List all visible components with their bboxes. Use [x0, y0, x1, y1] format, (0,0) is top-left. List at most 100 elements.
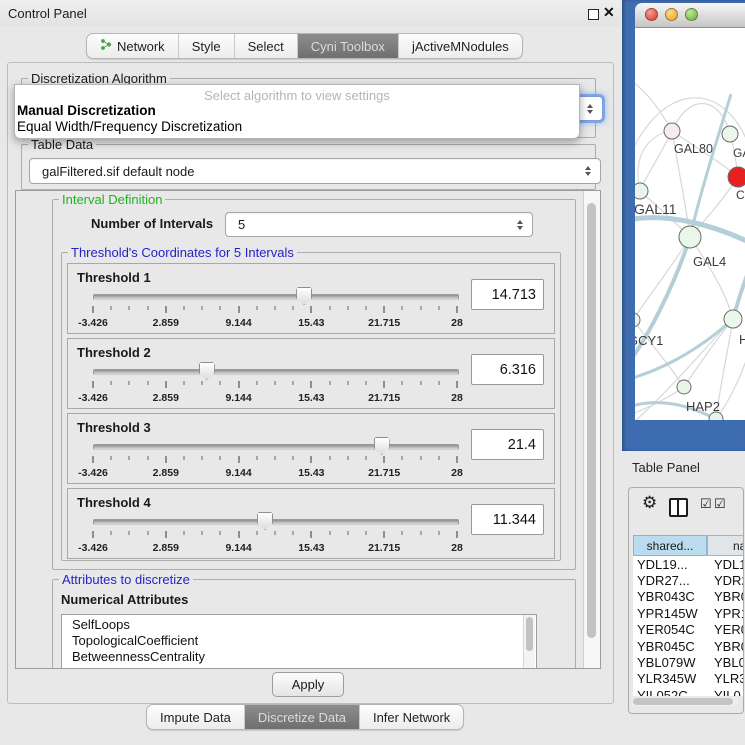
tick-mark: [93, 381, 94, 388]
top-tab-bar: NetworkStyleSelectCyni ToolboxjActiveMNo…: [86, 33, 523, 59]
tick-mark: [420, 306, 421, 310]
checkbox-checked-icon[interactable]: ☑: [700, 496, 712, 512]
list-item-selfloops[interactable]: SelfLoops: [62, 617, 536, 633]
vertical-scrollbar[interactable]: [583, 191, 600, 668]
threshold-slider[interactable]: -3.4262.8599.14415.4321.71528: [93, 436, 457, 476]
table-row[interactable]: YDR27...YDR2: [633, 572, 744, 588]
interval-definition-group: Interval Definition Number of Intervals …: [52, 199, 576, 570]
network-node-gcy1[interactable]: [635, 313, 640, 327]
slider-thumb-icon[interactable]: [199, 362, 215, 380]
tab-style[interactable]: Style: [179, 34, 235, 58]
tick-mark: [384, 306, 385, 313]
tick-mark: [111, 381, 112, 385]
threshold-value-field[interactable]: [471, 354, 544, 385]
threshold-slider[interactable]: -3.4262.8599.14415.4321.71528: [93, 511, 457, 551]
network-node-gal11-node[interactable]: [635, 183, 648, 199]
network-node-hap2[interactable]: [677, 380, 691, 394]
network-node-node-red[interactable]: [728, 167, 745, 187]
slider-ticks: [93, 531, 457, 540]
float-window-icon[interactable]: [588, 9, 599, 20]
apply-button[interactable]: Apply: [272, 672, 344, 697]
table-data-group: Table Data galFiltered.sif default node: [21, 144, 596, 190]
tab-jactivemnodules[interactable]: jActiveMNodules: [399, 34, 522, 58]
slider-thumb-icon[interactable]: [374, 437, 390, 455]
slider-track[interactable]: [93, 519, 459, 525]
column-header-shared-[interactable]: shared...: [633, 535, 707, 556]
close-light-icon[interactable]: [645, 8, 658, 21]
cell-name: YPR1: [706, 606, 744, 621]
checkbox-checked-icon[interactable]: ☑: [714, 496, 726, 512]
tick-mark: [202, 531, 203, 535]
list-item-topologicalcoefficient[interactable]: TopologicalCoefficient: [62, 633, 536, 649]
column-header-name[interactable]: name: [707, 535, 744, 556]
node-label-gal11: GAL11: [635, 201, 677, 217]
number-of-intervals-combobox[interactable]: 5: [225, 212, 533, 237]
tab-select[interactable]: Select: [235, 34, 298, 58]
horizontal-scrollbar[interactable]: [631, 697, 739, 706]
network-node-gal80[interactable]: [664, 123, 680, 139]
list-item-betweennesscentrality[interactable]: BetweennessCentrality: [62, 649, 536, 665]
screen: Control Panel ✕ NetworkStyleSelectCyni T…: [0, 0, 745, 745]
threshold-slider[interactable]: -3.4262.8599.14415.4321.71528: [93, 286, 457, 326]
dropdown-option-equal-width-frequency[interactable]: Equal Width/Frequency Discretization: [15, 119, 579, 135]
threshold-value-field[interactable]: [471, 504, 544, 535]
slider-track[interactable]: [93, 294, 459, 300]
threshold-value-field[interactable]: [471, 429, 544, 460]
network-canvas[interactable]: GAL80GACGAL11GAL4GCY1HHAP2: [635, 28, 745, 420]
network-node-gal4[interactable]: [679, 226, 701, 248]
tick-mark: [311, 381, 312, 388]
table-row[interactable]: YLR345WYLR3: [633, 671, 744, 687]
tick-mark: [329, 381, 330, 385]
tick-mark: [347, 381, 348, 385]
slider-track[interactable]: [93, 444, 459, 450]
network-edge: [690, 94, 731, 237]
slider-thumb-icon[interactable]: [296, 287, 312, 305]
tick-label: 21.715: [368, 542, 400, 554]
split-table-icon[interactable]: [669, 498, 688, 517]
slider-track[interactable]: [93, 369, 459, 375]
tick-label: 28: [451, 467, 463, 479]
dropdown-option-manual-discretization[interactable]: Manual Discretization: [15, 103, 579, 119]
table-row[interactable]: YER054CYER0: [633, 622, 744, 638]
table-data-combobox[interactable]: galFiltered.sif default node: [29, 158, 601, 184]
zoom-light-icon[interactable]: [685, 8, 698, 21]
tab-cyni-toolbox[interactable]: Cyni Toolbox: [298, 34, 399, 58]
tick-mark: [220, 456, 221, 460]
table-row[interactable]: YDL19...YDL1: [633, 556, 744, 572]
network-node-node-h[interactable]: [724, 310, 742, 328]
tick-mark: [275, 381, 276, 385]
table-row[interactable]: YPR145WYPR1: [633, 605, 744, 621]
tab-network[interactable]: Network: [87, 34, 179, 58]
table-row[interactable]: YBR045CYBR0: [633, 638, 744, 654]
table-data-label: Table Data: [28, 137, 96, 152]
table-row[interactable]: YBR043CYBR0: [633, 589, 744, 605]
tick-label: -3.426: [78, 392, 108, 404]
table-row[interactable]: YIL052CYIL0: [633, 687, 744, 696]
threshold-value-field[interactable]: [471, 279, 544, 310]
tick-mark: [293, 381, 294, 385]
table-row[interactable]: YBL079WYBL0: [633, 654, 744, 670]
table-panel-title: Table Panel: [632, 460, 700, 475]
close-icon[interactable]: ✕: [603, 4, 615, 21]
minimize-light-icon[interactable]: [665, 8, 678, 21]
tick-label: 15.43: [298, 392, 324, 404]
numerical-attributes-list[interactable]: SelfLoopsTopologicalCoefficientBetweenne…: [61, 614, 537, 669]
tick-label: 21.715: [368, 392, 400, 404]
gear-icon[interactable]: ⚙: [642, 493, 657, 513]
tick-mark: [402, 456, 403, 460]
tick-label: 2.859: [153, 467, 179, 479]
tab-infer-network[interactable]: Infer Network: [360, 705, 463, 729]
cell-shared-name: YDL19...: [633, 557, 706, 572]
number-of-intervals-value: 5: [238, 217, 245, 232]
tab-impute-data[interactable]: Impute Data: [147, 705, 245, 729]
slider-thumb-icon[interactable]: [257, 512, 273, 530]
tick-mark: [93, 531, 94, 538]
tick-mark: [384, 456, 385, 463]
tab-discretize-data[interactable]: Discretize Data: [245, 705, 360, 729]
network-window-titlebar[interactable]: [635, 3, 745, 28]
network-node-node-top-right[interactable]: [722, 126, 738, 142]
cell-name: YBR0: [706, 589, 744, 604]
network-edge: [690, 237, 733, 319]
threshold-slider[interactable]: -3.4262.8599.14415.4321.71528: [93, 361, 457, 401]
list-scrollbar[interactable]: [523, 615, 535, 669]
